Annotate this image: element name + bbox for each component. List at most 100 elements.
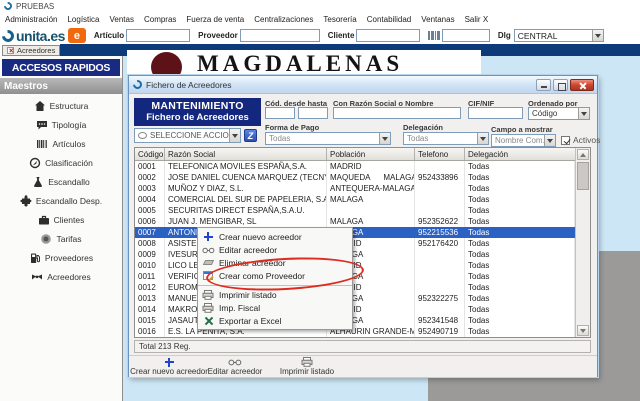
sidebar-title: ACCESOS RAPIDOS (2, 59, 120, 76)
flask-icon (34, 177, 43, 187)
execute-action-button[interactable]: Z (244, 129, 257, 142)
toolbar: unita.es e Artículo Proveedor Cliente Dl… (0, 27, 640, 44)
sidebar-item-clasificacion[interactable]: Clasificación (0, 157, 122, 169)
chevron-down-icon[interactable] (477, 133, 488, 144)
chevron-down-icon[interactable] (578, 108, 589, 119)
column-header-razon[interactable]: Razón Social (165, 148, 327, 160)
sidebar-items: Estructura Tipología Artículos Clasifica… (0, 100, 122, 283)
table-row[interactable]: 0006 JUAN J. MENGIBAR, SL MALAGA 9523526… (135, 216, 575, 227)
table-row[interactable]: 0003 MUÑOZ Y DIAZ, S.L. ANTEQUERA-MALAGA… (135, 183, 575, 194)
menubar-item[interactable]: Contabilidad (367, 15, 411, 24)
activos-label: Activos (573, 135, 601, 145)
menubar-item[interactable]: Ventanas (421, 15, 454, 24)
edit-creditor-button[interactable]: Editar acreedor (195, 357, 275, 376)
plus-icon (164, 357, 174, 367)
menubar-item[interactable]: Compras (144, 15, 176, 24)
puzzle-icon (19, 195, 32, 207)
cod-desde-input[interactable] (265, 107, 295, 119)
menubar-item[interactable]: Ventas (110, 15, 134, 24)
column-header-delegacion[interactable]: Delegación (465, 148, 575, 160)
scrollbar-thumb[interactable] (577, 162, 589, 190)
minimize-button[interactable] (536, 79, 551, 91)
cliente-input[interactable] (356, 29, 421, 42)
sidebar-item-estructura[interactable]: Estructura (0, 100, 122, 112)
dlg-label: Dlg (497, 31, 511, 40)
maximize-button[interactable] (553, 79, 568, 91)
sidebar: ACCESOS RAPIDOS Maestros Estructura Tipo… (0, 56, 123, 401)
cif-input[interactable] (468, 107, 523, 119)
brand-logo-oval (151, 52, 182, 76)
chevron-down-icon[interactable] (591, 30, 603, 41)
forma-pago-select[interactable]: Todas (265, 132, 391, 145)
sidebar-section-maestros[interactable]: Maestros (0, 78, 122, 94)
sidebar-item-articulos[interactable]: Artículos (0, 138, 122, 150)
table-row[interactable]: 0005 SECURITAS DIRECT ESPAÑA,S.A.U. Toda… (135, 205, 575, 216)
close-button[interactable] (570, 79, 594, 91)
dialog-titlebar[interactable]: Fichero de Acreedores (129, 76, 597, 94)
proveedor-input[interactable] (239, 29, 320, 42)
sidebar-item-clientes[interactable]: Clientes (0, 214, 122, 226)
tab-label: Acreedores (17, 46, 56, 55)
app-title: PRUEBAS (16, 1, 55, 11)
app-icon (2, 0, 14, 12)
chevron-down-icon[interactable] (544, 135, 555, 146)
compass-icon (29, 157, 41, 169)
fichero-acreedores-window: Fichero de Acreedores MANTENIMIENTO Fich… (128, 75, 601, 377)
sidebar-item-acreedores[interactable]: Acreedores (0, 271, 122, 283)
unita-spiral-icon (0, 27, 17, 44)
printer-icon (202, 302, 214, 313)
delegacion-select[interactable]: Todas (403, 132, 489, 145)
briefcase-icon (38, 215, 49, 225)
menu-item-exportar-excel[interactable]: Exportar a Excel (198, 314, 352, 327)
menu-item-imp-fiscal[interactable]: Imp. Fiscal (198, 301, 352, 314)
menubar-item[interactable]: Salir X (465, 15, 489, 24)
table-row[interactable]: 0004 COMERCIAL DEL SUR DE PAPELERIA, S.A… (135, 194, 575, 205)
sidebar-item-tipologia[interactable]: Tipología (0, 119, 122, 131)
delegation-select[interactable]: CENTRAL (513, 29, 604, 42)
vertical-scrollbar[interactable] (575, 148, 590, 337)
activos-checkbox[interactable] (561, 136, 570, 145)
scroll-down-icon[interactable] (577, 325, 589, 336)
barcode-icon (428, 31, 440, 40)
menubar-item[interactable]: Tesorería (323, 15, 356, 24)
forma-pago-label: Forma de Pago (265, 123, 320, 132)
sidebar-item-escandallo-desp[interactable]: Escandallo Desp. (0, 195, 122, 207)
sidebar-item-proveedores[interactable]: Proveedores (0, 252, 122, 264)
close-tab-icon[interactable] (7, 47, 14, 54)
campo-mostrar-select[interactable]: Nombre Com. (491, 134, 556, 147)
barcode-input[interactable] (441, 29, 490, 42)
barcode-icon (37, 140, 48, 148)
menubar-item[interactable]: Logística (67, 15, 99, 24)
menubar-item[interactable]: Centralizaciones (254, 15, 313, 24)
campo-mostrar-label: Campo a mostrar (491, 125, 553, 134)
ordenado-select[interactable]: Código (528, 107, 590, 120)
table-row[interactable]: 0002 JOSE DANIEL CUENCA MARQUEZ (TECNYSE… (135, 172, 575, 183)
menu-item-editar-acreedor[interactable]: Editar acreedor (198, 243, 352, 256)
scroll-up-icon[interactable] (577, 149, 589, 160)
handshake-icon (32, 274, 43, 280)
column-header-telefono[interactable]: Telefono (415, 148, 465, 160)
record-count: Total 213 Reg. (134, 340, 591, 353)
menu-item-crear-nuevo-acreedor[interactable]: Crear nuevo acreedor (198, 230, 352, 243)
menubar-item[interactable]: Fuerza de venta (186, 15, 244, 24)
column-header-codigo[interactable]: Código (135, 148, 165, 160)
articulo-input[interactable] (126, 29, 191, 42)
chevron-down-icon[interactable] (379, 133, 390, 144)
menubar: Administración Logística Ventas Compras Fuer… (0, 12, 640, 27)
table-row[interactable]: 0001 TELEFONICA MOVILES ESPAÑA,S.A. MADR… (135, 161, 575, 172)
printer-icon (202, 290, 214, 300)
app-titlebar: PRUEBAS (0, 0, 640, 12)
tab-acreedores[interactable]: Acreedores (2, 45, 61, 56)
cod-hasta-input[interactable] (298, 107, 328, 119)
column-header-poblacion[interactable]: Población (327, 148, 415, 160)
razon-social-input[interactable] (333, 107, 461, 119)
print-list-button[interactable]: Imprimir listado (267, 357, 347, 376)
sidebar-item-escandallo[interactable]: Escandallo (0, 176, 122, 188)
menubar-item[interactable]: Administración (5, 15, 57, 24)
cliente-label: Cliente (327, 31, 355, 40)
delegation-value: CENTRAL (517, 30, 558, 41)
sidebar-item-tarifas[interactable]: Tarifas (0, 233, 122, 245)
chevron-down-icon[interactable] (229, 129, 240, 142)
accion-select[interactable]: SELECCIONE ACCION (134, 128, 241, 143)
brand-name: MAGDALENAS (197, 51, 404, 76)
